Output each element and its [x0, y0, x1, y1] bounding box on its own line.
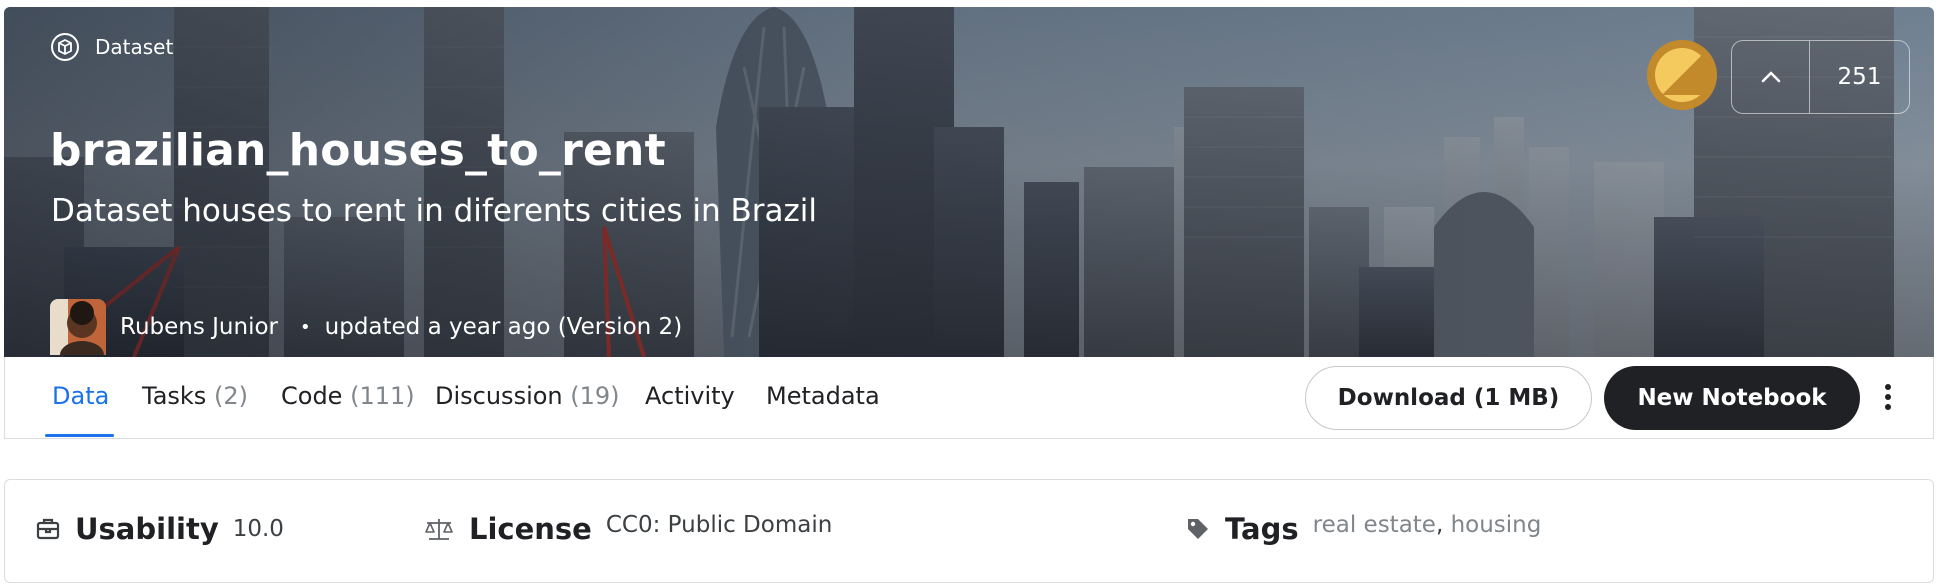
download-button[interactable]: Download (1 MB) [1305, 366, 1592, 430]
dataset-info-card: Usability 10.0 License CC0: Public Domai… [4, 479, 1934, 583]
dataset-type-label: Dataset [95, 35, 174, 59]
upvote-widget: 251 [1731, 40, 1910, 114]
usability-section: Usability 10.0 [35, 512, 284, 546]
dataset-subtitle: Dataset houses to rent in diferents citi… [51, 193, 817, 229]
license-label: License [469, 512, 592, 546]
tab-discussion-count: (19) [570, 382, 620, 410]
tags-section: Tags real estate, housing [1185, 512, 1541, 546]
tab-code[interactable]: Code (111) [281, 382, 415, 410]
gold-medal-icon [1647, 40, 1717, 110]
vote-count: 251 [1837, 64, 1882, 90]
upvote-button[interactable] [1732, 41, 1810, 113]
active-tab-indicator [45, 434, 114, 437]
tab-tasks-label: Tasks [142, 382, 207, 410]
dataset-type-chip: Dataset [49, 31, 173, 63]
tab-code-label: Code [281, 382, 343, 410]
usability-label: Usability [75, 512, 219, 546]
tab-discussion[interactable]: Discussion (19) [435, 382, 620, 410]
tags-label: Tags [1225, 512, 1299, 546]
toolbox-icon [36, 518, 60, 540]
tag-real-estate[interactable]: real estate [1313, 512, 1436, 538]
tab-tasks[interactable]: Tasks (2) [142, 382, 248, 410]
tab-data-label: Data [52, 382, 110, 410]
license-value[interactable]: CC0: Public Domain [606, 512, 832, 538]
tab-code-count: (111) [350, 382, 415, 410]
tab-data[interactable]: Data [52, 382, 109, 410]
avatar-photo [50, 299, 106, 355]
tab-metadata-label: Metadata [766, 382, 880, 410]
dataset-icon [51, 33, 79, 61]
dataset-hero-banner: Dataset brazilian_houses_to_rent Dataset… [4, 7, 1934, 357]
tab-activity-label: Activity [645, 382, 735, 410]
tag-housing[interactable]: housing [1451, 512, 1542, 538]
update-status: updated a year ago (Version 2) [324, 314, 683, 340]
tag-list: real estate, housing [1312, 512, 1542, 538]
kebab-icon[interactable] [1880, 379, 1896, 415]
byline-separator: • [300, 316, 311, 338]
usability-value: 10.0 [232, 516, 284, 542]
tag-icon [1188, 519, 1208, 539]
author-byline: Rubens Junior • updated a year ago (Vers… [50, 299, 682, 355]
author-avatar[interactable] [50, 299, 106, 355]
dataset-title: brazilian_houses_to_rent [50, 125, 666, 176]
new-notebook-button[interactable]: New Notebook [1604, 366, 1860, 430]
tab-tasks-count: (2) [213, 382, 248, 410]
dataset-tab-bar: Data Tasks (2) Code (111) Discussion (19… [4, 357, 1934, 439]
tab-discussion-label: Discussion [435, 382, 563, 410]
author-name[interactable]: Rubens Junior [120, 314, 278, 340]
tab-activity[interactable]: Activity [645, 382, 735, 410]
tab-metadata[interactable]: Metadata [766, 382, 880, 410]
chevron-up-icon [1761, 71, 1780, 83]
scale-icon [425, 519, 453, 540]
license-section: License CC0: Public Domain [423, 512, 832, 546]
